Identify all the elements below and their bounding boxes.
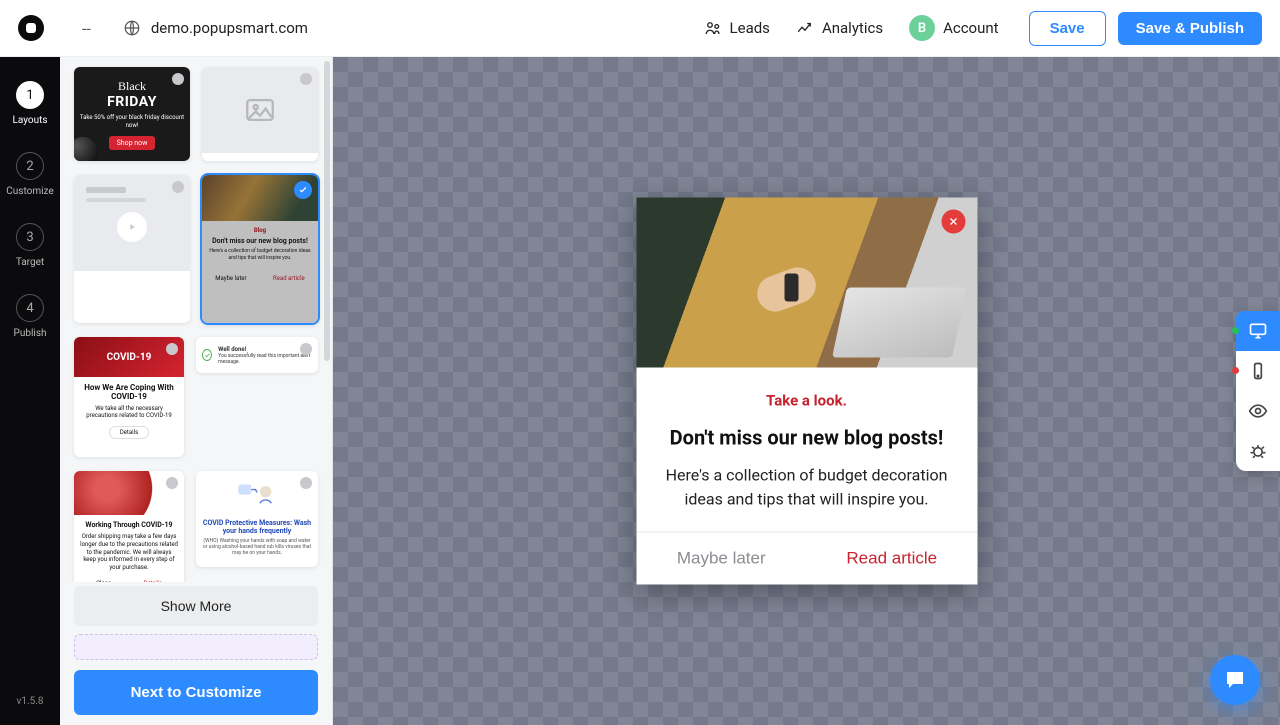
step-customize[interactable]: 2 Customize — [6, 152, 53, 197]
domain-text[interactable]: demo.popupsmart.com — [151, 19, 308, 37]
step-publish[interactable]: 4 Publish — [14, 294, 47, 339]
popup-eyebrow: Take a look. — [662, 392, 951, 410]
bomb-icon — [74, 137, 98, 161]
wash-desc: (WHO) Washing your hands with soap and w… — [202, 538, 312, 556]
well-title: Well done! — [218, 346, 312, 353]
status-dot-red — [1232, 367, 1239, 374]
layout-card-blog-selected[interactable]: Blog Don't miss our new blog posts! Here… — [202, 175, 318, 323]
desktop-preview-button[interactable] — [1236, 311, 1280, 351]
bf-cta: Shop now — [109, 136, 156, 150]
status-dot-green — [1232, 327, 1239, 334]
nav-leads-label: Leads — [730, 19, 770, 37]
popup-maybe-later-button[interactable]: Maybe later — [636, 533, 807, 585]
close-icon — [947, 216, 959, 228]
intercom-chat-button[interactable] — [1210, 655, 1260, 705]
popup-close-button[interactable] — [941, 210, 965, 234]
layout-card-video[interactable] — [74, 175, 190, 323]
thumbnails-scroll[interactable]: Black FRIDAY Take 50% off your black fri… — [60, 57, 332, 582]
popup-title: Don't miss our new blog posts! — [662, 426, 951, 450]
leads-icon — [704, 19, 722, 37]
save-publish-button[interactable]: Save & Publish — [1118, 12, 1262, 45]
popup-hero-image — [636, 198, 977, 368]
globe-icon — [123, 19, 141, 37]
desktop-icon — [1248, 321, 1268, 341]
nav-account-label: Account — [943, 19, 999, 37]
cov2-title: Working Through COVID-19 — [80, 521, 178, 529]
steps-rail: 1 Layouts 2 Customize 3 Target 4 Publish… — [0, 57, 60, 725]
step-number: 1 — [16, 81, 44, 109]
wash-title: COVID Protective Measures: Wash your han… — [202, 519, 312, 535]
layout-card-black-friday[interactable]: Black FRIDAY Take 50% off your black fri… — [74, 67, 190, 161]
nav-account[interactable]: B Account — [909, 15, 999, 41]
mobile-preview-button[interactable] — [1236, 351, 1280, 391]
step-number: 2 — [16, 152, 44, 180]
popup-description: Here's a collection of budget decoration… — [662, 464, 951, 512]
cov2-details: Details — [143, 580, 161, 582]
step-label: Target — [16, 257, 44, 268]
step-layouts[interactable]: 1 Layouts — [12, 81, 47, 126]
debug-button[interactable] — [1236, 431, 1280, 471]
wash-hands-icon — [202, 477, 312, 515]
layout-card-covid[interactable]: COVID-19 How We Are Coping With COVID-19… — [74, 337, 184, 457]
step-label: Publish — [14, 328, 47, 339]
step-target[interactable]: 3 Target — [16, 223, 44, 268]
covid-desc: We take all the necessary precautions re… — [80, 405, 178, 419]
nav-analytics-label: Analytics — [822, 19, 883, 37]
campaign-name[interactable]: -- — [82, 19, 91, 38]
bf-line2: FRIDAY — [74, 94, 190, 110]
step-label: Customize — [6, 186, 53, 197]
close-icon — [166, 477, 178, 489]
close-icon — [166, 343, 178, 355]
step-label: Layouts — [12, 115, 47, 126]
preview-toolbar — [1236, 311, 1280, 471]
popup-preview[interactable]: Take a look. Don't miss our new blog pos… — [636, 198, 977, 585]
nav-leads[interactable]: Leads — [704, 19, 770, 37]
show-more-button[interactable]: Show More — [74, 586, 318, 626]
next-to-customize-button[interactable]: Next to Customize — [74, 670, 318, 715]
mobile-icon — [1248, 361, 1268, 381]
cov2-close: Close — [96, 580, 111, 582]
popup-read-article-button[interactable]: Read article — [807, 533, 978, 585]
layouts-panel: Black FRIDAY Take 50% off your black fri… — [60, 57, 333, 725]
close-icon — [172, 73, 184, 85]
cov2-desc: Order shipping may take a few days longe… — [80, 533, 178, 572]
covid-btn: Details — [109, 426, 149, 439]
layout-card-wash-hands[interactable]: COVID Protective Measures: Wash your han… — [196, 471, 318, 567]
step-number: 4 — [16, 294, 44, 322]
check-icon — [202, 349, 212, 361]
preview-canvas[interactable]: Take a look. Don't miss our new blog pos… — [333, 57, 1280, 725]
scrollbar[interactable] — [324, 61, 330, 361]
selected-check-icon — [294, 181, 312, 199]
covid-title: How We Are Coping With COVID-19 — [80, 383, 178, 401]
version-text: v1.5.8 — [17, 696, 44, 707]
bf-line3: Take 50% off your black friday discount … — [74, 114, 190, 130]
bug-icon — [1248, 441, 1268, 461]
avatar: B — [909, 15, 935, 41]
covid-banner: COVID-19 — [74, 337, 184, 377]
nav-analytics[interactable]: Analytics — [796, 19, 883, 37]
layout-card-image-placeholder[interactable] — [202, 67, 318, 161]
close-icon — [172, 181, 184, 193]
chat-icon — [1223, 668, 1247, 692]
devices-preview-strip[interactable] — [74, 634, 318, 660]
visibility-button[interactable] — [1236, 391, 1280, 431]
close-icon — [300, 343, 312, 355]
app-logo[interactable] — [18, 15, 44, 41]
step-number: 3 — [16, 223, 44, 251]
layout-card-well-done[interactable]: Well done! You successfully read this im… — [196, 337, 318, 373]
eye-icon — [1248, 401, 1268, 421]
layout-card-covid2[interactable]: Working Through COVID-19 Order shipping … — [74, 471, 184, 582]
play-icon — [117, 212, 147, 242]
top-header: -- demo.popupsmart.com Leads Analytics B… — [0, 0, 1280, 57]
save-button[interactable]: Save — [1029, 11, 1106, 46]
close-icon — [300, 477, 312, 489]
analytics-icon — [796, 19, 814, 37]
close-icon — [300, 73, 312, 85]
well-desc: You successfully read this important ale… — [218, 353, 312, 365]
